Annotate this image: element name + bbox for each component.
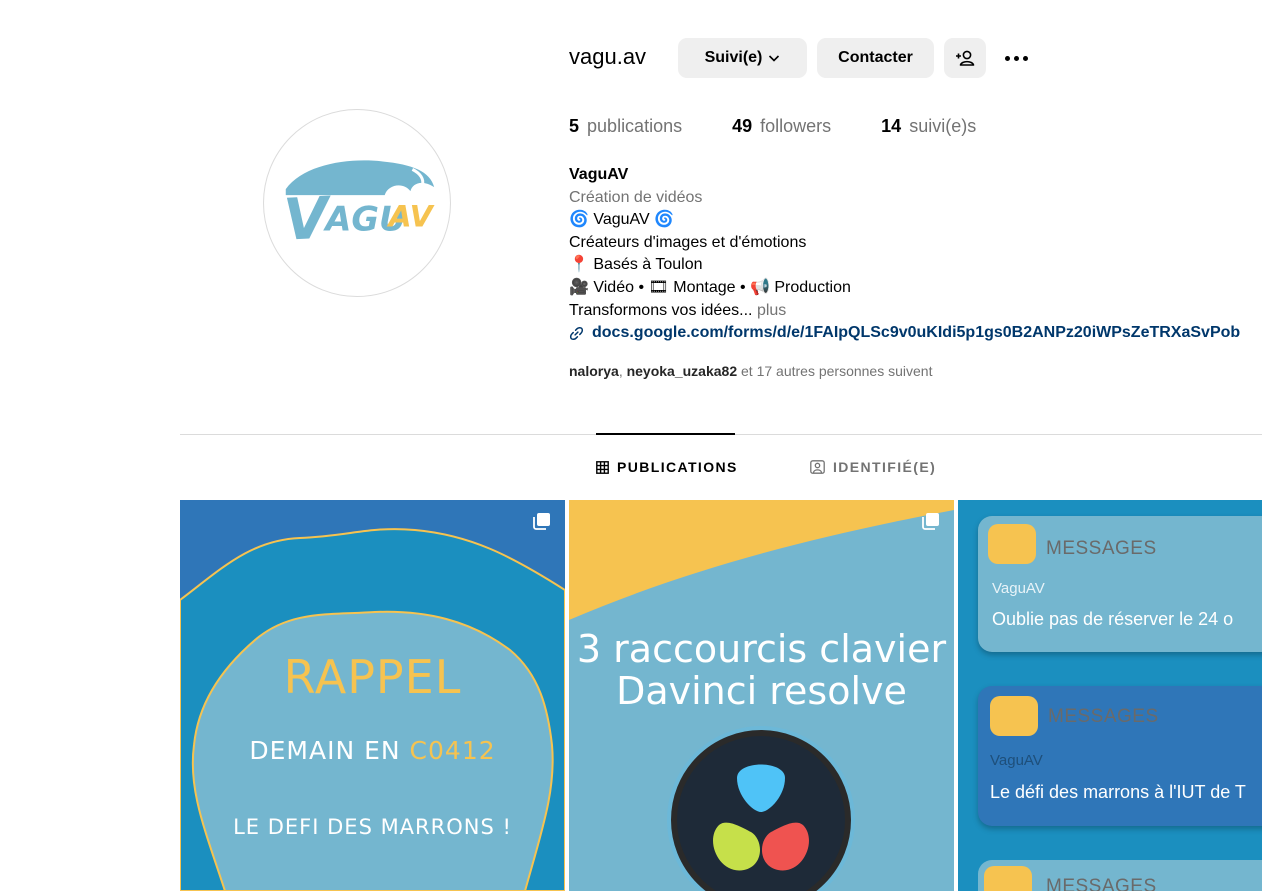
bio-more-link[interactable]: plus	[757, 302, 786, 319]
posts-stat: 5 publications	[569, 116, 682, 137]
tagged-user-icon	[810, 460, 825, 474]
posts-label: publications	[587, 116, 683, 136]
suggested-users-button[interactable]	[944, 38, 986, 78]
tab-tagged-label: IDENTIFIÉ(E)	[833, 459, 937, 475]
post-1-line-3: LE DEFI DES MARRONS !	[233, 815, 512, 839]
bio-line-3: 📍 Basés à Toulon	[569, 256, 703, 274]
spiral-icon: 🌀	[654, 211, 675, 229]
message-card: MESSAGES VaguAV Oublie pas de réserver l…	[978, 516, 1262, 652]
post-tile-3[interactable]: MESSAGES VaguAV Oublie pas de réserver l…	[958, 500, 1262, 891]
post-2-title: 3 raccourcis clavier Davinci resolve	[576, 627, 947, 713]
carousel-icon	[922, 513, 939, 530]
link-icon	[569, 326, 584, 341]
bio-category: Création de vidéos	[569, 188, 703, 206]
tab-publications[interactable]: PUBLICATIONS	[596, 459, 738, 475]
tab-publications-label: PUBLICATIONS	[617, 459, 738, 475]
message-card: MESSAGES	[978, 860, 1262, 891]
chevron-down-icon	[769, 55, 780, 62]
followed-by-rest: et 17 autres personnes suivent	[741, 363, 933, 379]
bio-external-link[interactable]: docs.google.com/forms/d/e/1FAIpQLSc9v0uK…	[569, 322, 1262, 345]
more-options-icon[interactable]	[1000, 40, 1032, 76]
message-bubble-icon	[984, 866, 1032, 891]
post-tile-1[interactable]: RAPPEL DEMAIN EN C0412 LE DEFI DES MARRO…	[180, 500, 565, 891]
following-stat[interactable]: 14 suivi(e)s	[881, 116, 976, 137]
following-button-label: Suivi(e)	[704, 49, 763, 66]
tab-tagged[interactable]: IDENTIFIÉ(E)	[810, 459, 936, 475]
message-card: MESSAGES VaguAV Le défi des marrons à l'…	[978, 686, 1262, 826]
following-label: suivi(e)s	[909, 116, 977, 136]
posts-count: 5	[569, 116, 580, 136]
message-bubble-icon	[988, 524, 1036, 564]
bio-link-text: docs.google.com/forms/d/e/1FAIpQLSc9v0uK…	[592, 324, 1241, 342]
bio-line-2: Créateurs d'images et d'émotions	[569, 233, 807, 251]
profile-username: vagu.av	[569, 44, 647, 69]
followed-by[interactable]: nalorya, neyoka_uzaka82 et 17 autres per…	[569, 363, 932, 379]
bio-line-1: 🌀 VaguAV 🌀	[569, 211, 675, 229]
svg-text:AV: AV	[387, 199, 435, 234]
following-count: 14	[881, 116, 902, 136]
followers-count: 49	[732, 116, 753, 136]
grid-icon	[596, 460, 609, 474]
add-user-icon	[956, 50, 975, 66]
spiral-icon: 🌀	[569, 211, 589, 229]
message-bubble-icon	[990, 696, 1038, 736]
bio-line-5: Transformons vos idées... plus	[569, 301, 787, 319]
follower-name-1: nalorya	[569, 363, 619, 379]
followers-stat[interactable]: 49 followers	[732, 116, 831, 137]
bio-line-4: 🎥 Vidéo • 🎞 Montage • 📢 Production	[569, 278, 851, 296]
post-tile-2[interactable]: 3 raccourcis clavier Davinci resolve	[569, 500, 954, 891]
active-tab-indicator	[596, 433, 735, 435]
followers-label: followers	[760, 116, 832, 136]
contact-button[interactable]: Contacter	[817, 38, 934, 78]
vaguav-logo: V AGU AV	[282, 160, 435, 254]
profile-bio: VaguAV Création de vidéos 🌀 VaguAV 🌀 Cré…	[569, 164, 1262, 345]
profile-stats: 5 publications 49 followers 14 suivi(e)s	[569, 116, 1026, 137]
pin-icon: 📍	[569, 256, 589, 274]
following-button[interactable]: Suivi(e)	[678, 38, 807, 78]
bio-name: VaguAV	[569, 166, 629, 183]
follower-name-2: neyoka_uzaka82	[626, 363, 738, 379]
post-1-line-2: DEMAIN EN C0412	[249, 736, 496, 765]
carousel-icon	[533, 513, 550, 530]
post-1-title: RAPPEL	[283, 650, 462, 704]
profile-avatar[interactable]: V AGU AV	[263, 109, 451, 297]
